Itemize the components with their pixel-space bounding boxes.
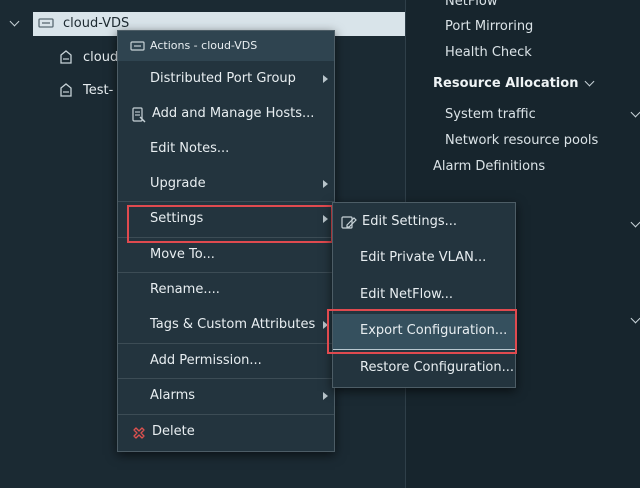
menu-separator [118, 414, 334, 415]
menu-item-delete[interactable]: Delete [118, 416, 334, 450]
menu-item-distributed-port-group[interactable]: Distributed Port Group [118, 63, 334, 97]
submenu-item-label: Edit NetFlow... [360, 287, 454, 302]
menu-item-label: Rename.... [150, 282, 220, 297]
menu-item-add-manage-hosts[interactable]: Add and Manage Hosts... [118, 98, 334, 132]
context-menu-header: Actions - cloud-VDS [118, 31, 334, 61]
vds-switch-icon [38, 16, 54, 30]
menu-item-upgrade[interactable]: Upgrade [118, 168, 334, 202]
menu-separator [118, 272, 334, 273]
menu-separator [118, 378, 334, 379]
actions-menu-icon [130, 40, 145, 52]
submenu-item-restore-configuration[interactable]: Restore Configuration... [333, 351, 515, 387]
chevron-right-icon [323, 75, 328, 83]
edit-settings-icon [341, 215, 357, 230]
menu-item-label: Add and Manage Hosts... [152, 106, 315, 121]
port-group-icon [58, 82, 74, 98]
menu-item-label: Add Permission... [150, 353, 262, 368]
nav-item-system-traffic[interactable]: System traffic [445, 107, 536, 122]
nav-item-network-resource-pools[interactable]: Network resource pools [445, 133, 598, 148]
tree-child-label[interactable]: cloud [83, 50, 118, 65]
submenu-item-label: Restore Configuration... [360, 360, 515, 375]
submenu-item-label: Edit Settings... [362, 214, 458, 229]
context-menu-title: Actions - cloud-VDS [150, 39, 258, 52]
tree-root-label[interactable]: cloud-VDS [63, 16, 129, 31]
menu-item-label: Distributed Port Group [150, 71, 296, 86]
nav-item-alarm-definitions[interactable]: Alarm Definitions [433, 159, 545, 174]
submenu-item-edit-settings[interactable]: Edit Settings... [333, 205, 515, 241]
menu-item-edit-notes[interactable]: Edit Notes... [118, 133, 334, 167]
menu-separator [118, 343, 334, 344]
hosts-icon [131, 107, 146, 123]
menu-item-add-permission[interactable]: Add Permission... [118, 345, 334, 379]
menu-item-label: Delete [152, 424, 195, 439]
menu-item-alarms[interactable]: Alarms [118, 380, 334, 414]
section-heading-resource-allocation[interactable]: Resource Allocation [433, 76, 578, 91]
menu-item-label: Alarms [150, 388, 196, 403]
menu-item-label: Move To... [150, 247, 215, 262]
port-group-icon [58, 49, 74, 65]
menu-item-label: Tags & Custom Attributes [150, 317, 316, 332]
nav-item-health-check[interactable]: Health Check [445, 45, 532, 60]
menu-item-move-to[interactable]: Move To... [118, 239, 334, 273]
submenu-item-edit-private-vlan[interactable]: Edit Private VLAN... [333, 241, 515, 277]
chevron-right-icon [323, 392, 328, 400]
menu-item-tags-custom-attributes[interactable]: Tags & Custom Attributes [118, 309, 334, 343]
nav-item-netflow[interactable]: NetFlow [445, 0, 498, 9]
export-configuration-highlight-box [327, 309, 517, 354]
delete-icon [132, 426, 146, 440]
submenu-item-label: Edit Private VLAN... [360, 250, 487, 265]
menu-item-label: Edit Notes... [150, 141, 230, 156]
menu-separator [118, 201, 334, 202]
tree-child-label[interactable]: Test- [83, 83, 113, 98]
menu-item-rename[interactable]: Rename.... [118, 274, 334, 308]
settings-submenu: Edit Settings... Edit Private VLAN... Ed… [332, 202, 516, 388]
menu-item-label: Upgrade [150, 176, 206, 191]
settings-highlight-box [127, 205, 333, 243]
chevron-right-icon [323, 180, 328, 188]
nav-item-port-mirroring[interactable]: Port Mirroring [445, 19, 533, 34]
